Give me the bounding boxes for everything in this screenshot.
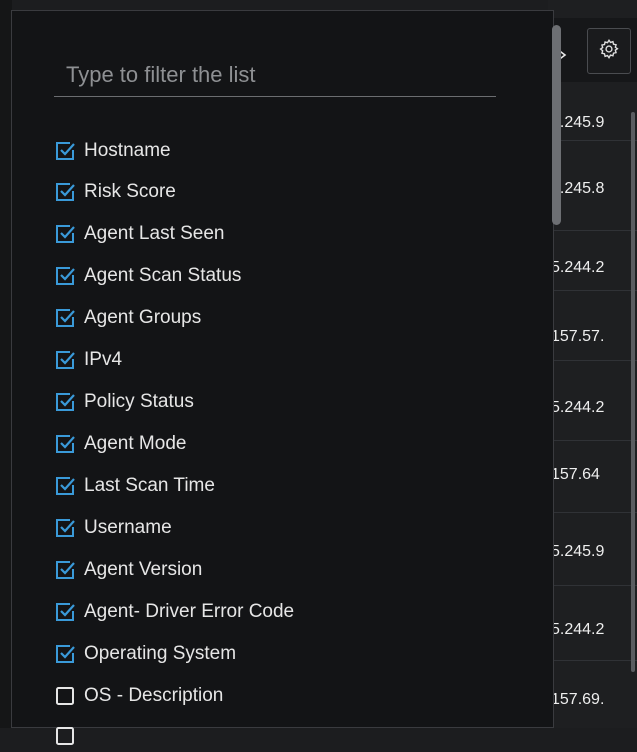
table-row-divider [548,140,637,141]
table-row-divider [548,585,637,586]
column-option-label: Hostname [84,140,171,161]
table-row-divider [548,660,637,661]
column-option-label: IPv4 [84,349,123,370]
gear-icon [598,38,620,65]
column-option[interactable]: Username [54,515,172,541]
column-option[interactable]: Agent Version [54,557,202,583]
column-chooser-panel: Hostname Risk Score Agent Last Seen Agent S… [11,10,561,745]
checkbox-checked-icon[interactable] [54,391,76,413]
column-option-label: Policy Status [84,391,194,412]
table-cell-ip: 157.57. [551,328,605,345]
checkbox-checked-icon[interactable] [54,601,76,623]
column-option-label: Operating System [84,643,237,664]
table-row-divider [548,512,637,513]
checkbox-checked-icon[interactable] [54,433,76,455]
checkbox-checked-icon[interactable] [54,559,76,581]
checkbox-unchecked-icon[interactable] [54,685,76,707]
panel-scrollbar[interactable] [552,25,561,225]
column-option-label: Risk Score [84,181,176,202]
table-row-divider [548,440,637,441]
table-row-divider [548,360,637,361]
column-option-label: Agent Groups [84,307,202,328]
column-option-label: Agent Version [84,559,203,580]
checkbox-checked-icon[interactable] [54,140,76,162]
table-cell-ip: 5.244.2 [551,399,605,416]
checkbox-checked-icon[interactable] [54,223,76,245]
table-cell-ip: 157.64 [551,466,600,483]
checkbox-checked-icon[interactable] [54,265,76,287]
column-option-label: Username [84,517,172,538]
checkbox-checked-icon[interactable] [54,307,76,329]
column-option[interactable]: IPv4 [54,347,122,373]
column-option[interactable]: OS - Description [54,683,223,709]
column-option[interactable]: Agent Last Seen [54,221,225,247]
table-row-divider [548,230,637,231]
column-option[interactable]: Last Scan Time [54,473,215,499]
column-option[interactable]: Agent Mode [54,431,186,457]
checkbox-checked-icon[interactable] [54,181,76,203]
column-option[interactable]: Policy Status [54,389,194,415]
checkbox-checked-icon[interactable] [54,349,76,371]
table-cell-ip: 5.244.2 [551,621,605,638]
column-option[interactable]: Risk Score [54,179,176,205]
column-option[interactable] [54,723,84,749]
column-option[interactable]: Hostname [54,138,171,164]
table-cell-ip: 5.245.9 [551,543,605,560]
table-cell-ip: 5.245.9 [551,114,605,131]
filter-input[interactable] [54,53,496,97]
checkbox-checked-icon[interactable] [54,475,76,497]
table-cell-ip: 5.244.2 [551,259,605,276]
column-option-label: OS - Description [84,685,224,706]
column-option[interactable]: Agent Groups [54,305,201,331]
table-row-divider [548,290,637,291]
settings-button[interactable] [587,28,631,74]
table-cell-ip: 157.69. [551,691,605,708]
column-option-label: Agent Last Seen [84,223,225,244]
column-option-label: Agent- Driver Error Code [84,601,295,622]
column-option-label: Agent Mode [84,433,187,454]
column-option[interactable]: Agent- Driver Error Code [54,599,294,625]
table-cell-ip: 5.245.8 [551,180,605,197]
column-option[interactable]: Operating System [54,641,236,667]
checkbox-checked-icon[interactable] [54,643,76,665]
background-table [548,0,637,728]
table-scrollbar[interactable] [631,112,635,672]
checkbox-checked-icon[interactable] [54,517,76,539]
column-option-label: Last Scan Time [84,475,215,496]
checkbox-unchecked-icon[interactable] [54,725,76,747]
column-option-label: Agent Scan Status [84,265,242,286]
column-option[interactable]: Agent Scan Status [54,263,241,289]
